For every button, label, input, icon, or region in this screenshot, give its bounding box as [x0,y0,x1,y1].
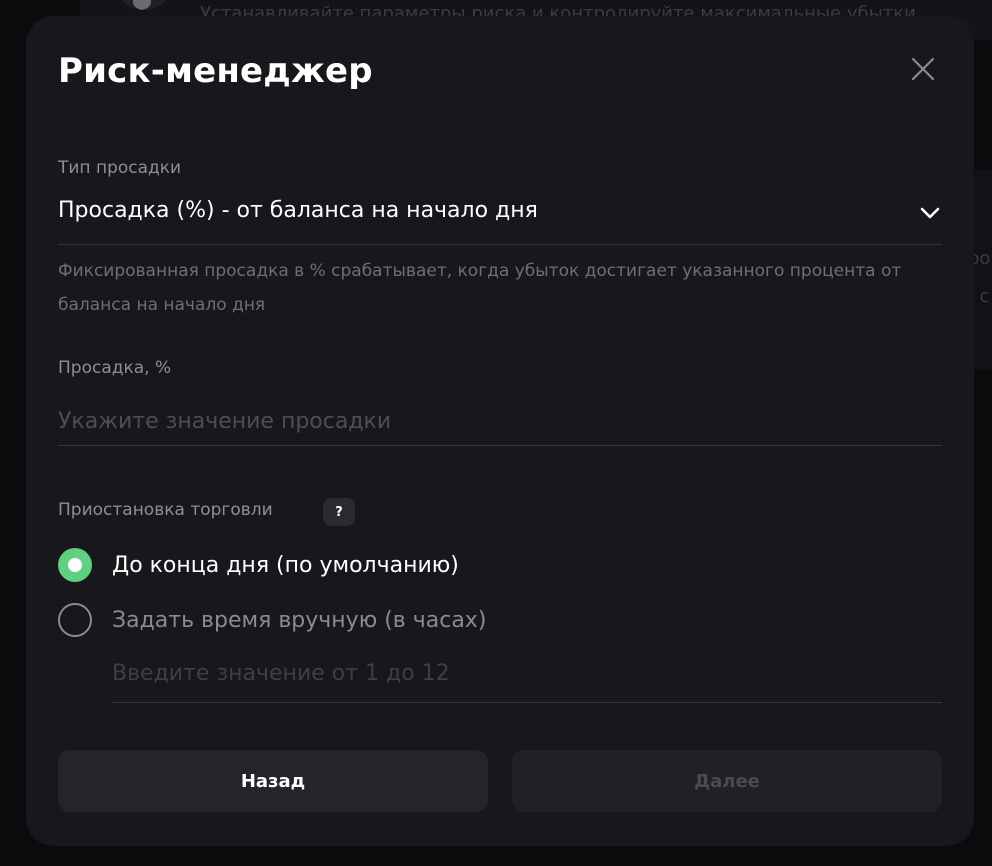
modal-title: Риск-менеджер [58,51,373,91]
select-divider [58,244,942,245]
radio-option-manual-hours[interactable]: Задать время вручную (в часах) [58,600,486,640]
drawdown-percent-input[interactable] [58,404,942,438]
input-divider [58,445,942,446]
radio-unchecked-icon[interactable] [58,603,92,637]
drawdown-percent-label: Просадка, % [58,358,172,378]
trading-pause-label: Приостановка торговли [58,500,273,520]
drawdown-type-label: Тип просадки [58,158,182,178]
drawdown-type-select[interactable]: Просадка (%) - от баланса на начало дня [58,198,538,223]
chevron-down-icon[interactable] [918,204,942,222]
hours-divider [112,702,942,703]
hours-input[interactable] [112,657,942,689]
drawdown-type-helper: Фиксированная просадка в % срабатывает, … [58,261,902,315]
close-icon[interactable] [908,54,938,84]
radio-checked-icon[interactable] [58,548,92,582]
next-button[interactable]: Далее [512,750,942,812]
risk-manager-modal: Риск-менеджер Тип просадки Просадка (%) … [26,16,974,846]
help-badge[interactable]: ? [323,498,355,526]
back-button[interactable]: Назад [58,750,488,812]
radio-label: Задать время вручную (в часах) [112,607,487,633]
shield-icon [133,0,151,10]
radio-option-end-of-day[interactable]: До конца дня (по умолчанию) [58,545,459,585]
radio-label: До конца дня (по умолчанию) [112,552,459,578]
